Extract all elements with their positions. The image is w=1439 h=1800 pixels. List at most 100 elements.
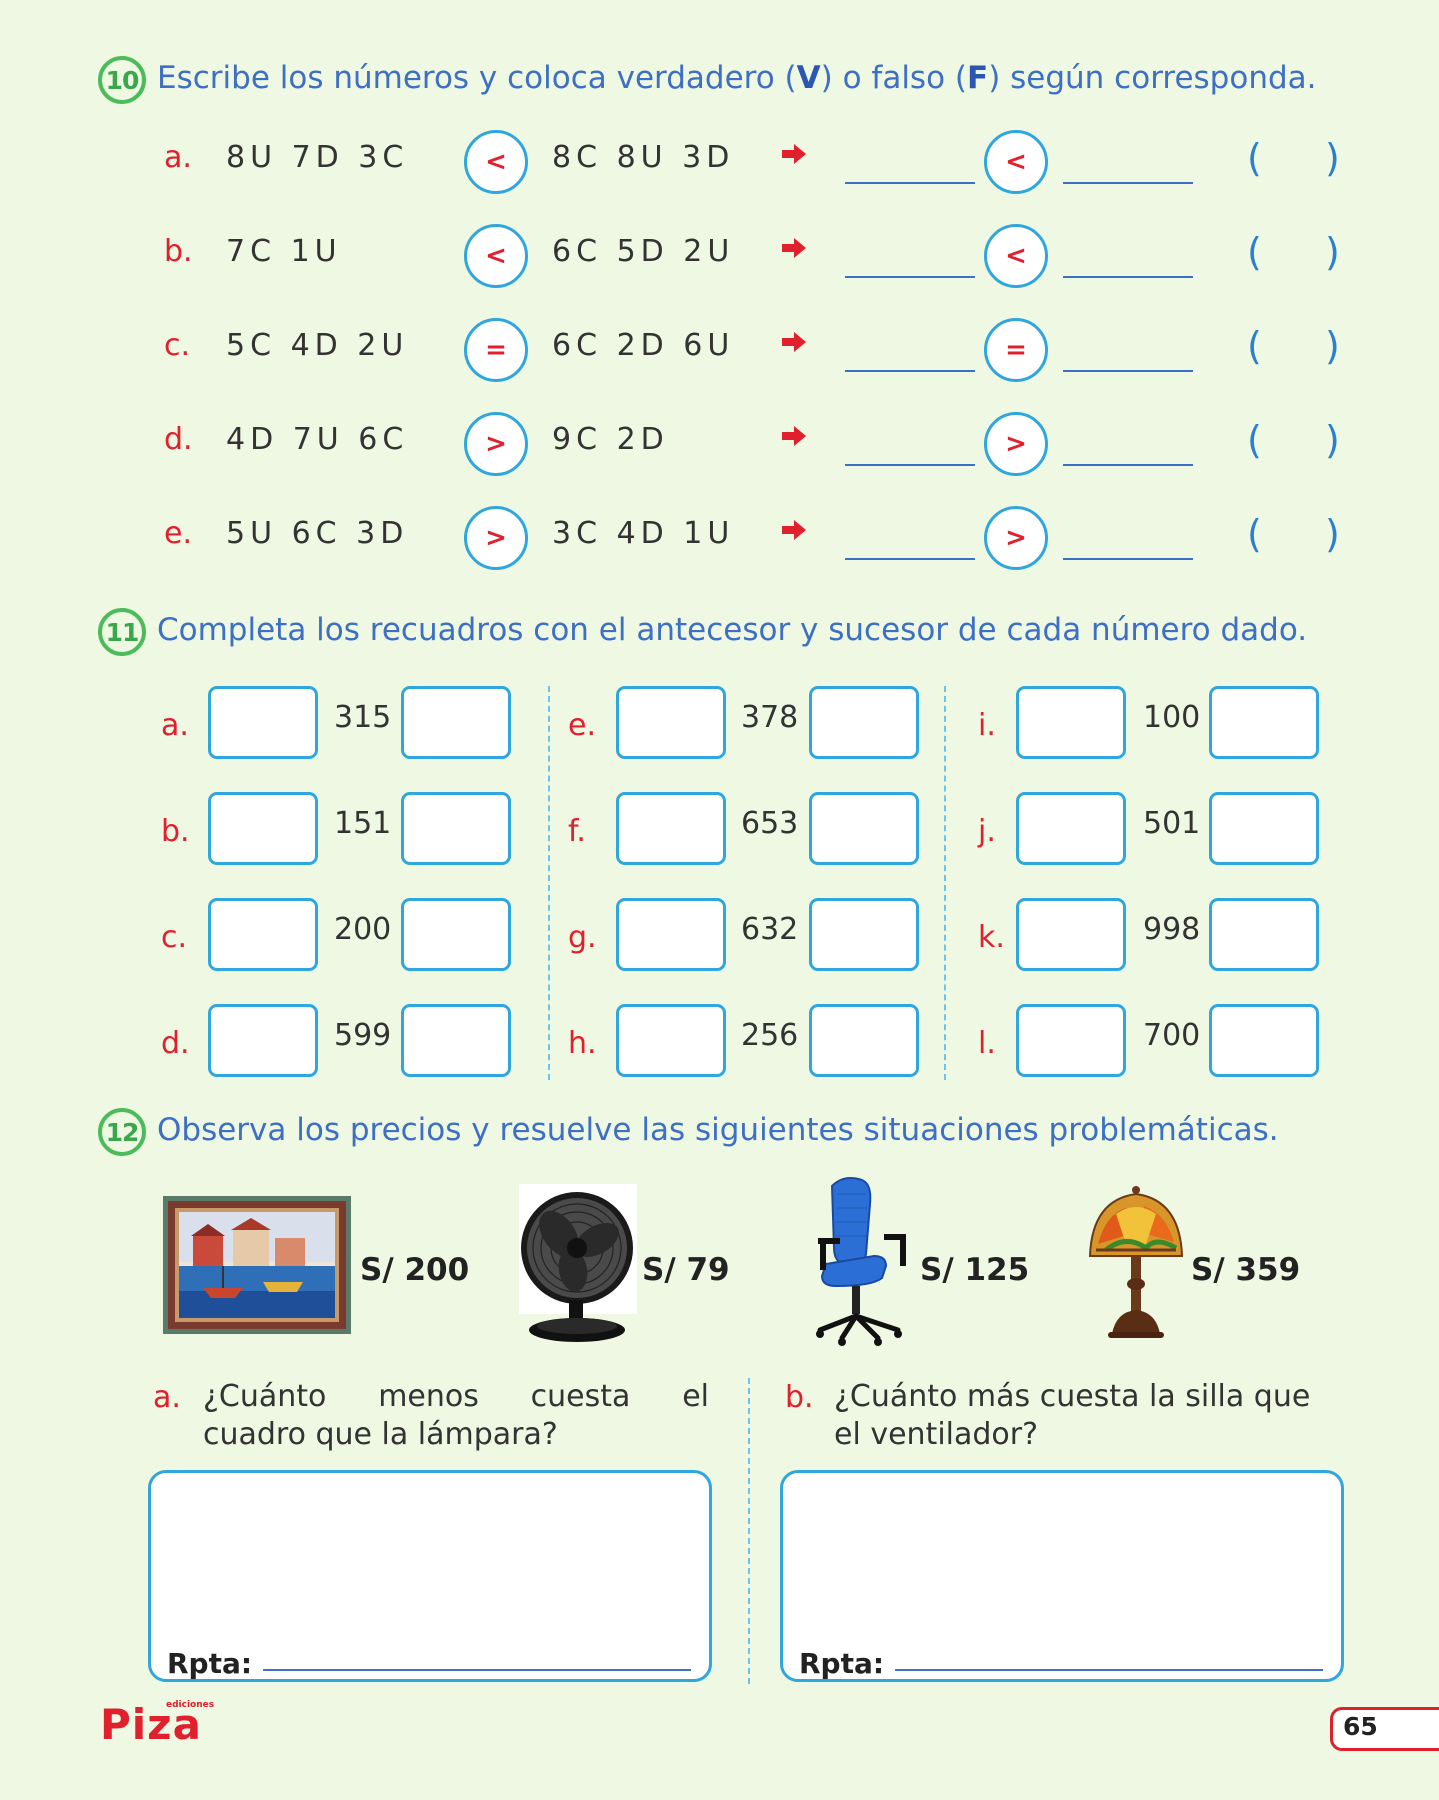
given-number: 100 bbox=[1143, 700, 1201, 735]
comparison-row: e. 5U 6C 3D >3C 4D 1U > () bbox=[0, 506, 1439, 576]
painting-image bbox=[163, 1196, 351, 1334]
item-letter: c. bbox=[161, 920, 188, 955]
word: el bbox=[682, 1379, 709, 1414]
given-number: 378 bbox=[741, 700, 799, 735]
answer-blank-left[interactable] bbox=[845, 558, 975, 560]
left-expression: 8U 7D 3C bbox=[226, 140, 409, 175]
comparison-row: a. 8U 7D 3C <8C 8U 3D < () bbox=[0, 130, 1439, 200]
rpta-label: Rpta: bbox=[799, 1647, 885, 1680]
question-b-line1: ¿Cuánto más cuesta la silla que bbox=[834, 1379, 1311, 1414]
predecessor-box[interactable] bbox=[1016, 792, 1126, 865]
paren-close: ) bbox=[1325, 324, 1340, 368]
comparison-sign-answer: > bbox=[984, 412, 1048, 476]
paren-open: ( bbox=[1247, 136, 1262, 180]
answer-blank-right[interactable] bbox=[1063, 276, 1193, 278]
item-letter: e. bbox=[568, 708, 596, 743]
given-number: 200 bbox=[334, 912, 392, 947]
comparison-row: d. 4D 7U 6C >9C 2D > () bbox=[0, 412, 1439, 482]
given-number: 632 bbox=[741, 912, 799, 947]
paren-open: ( bbox=[1247, 230, 1262, 274]
row-letter: c. bbox=[164, 328, 191, 363]
fan-image bbox=[519, 1184, 637, 1342]
section-10-title: Escribe los números y coloca verdadero (… bbox=[157, 60, 1317, 96]
right-expression: 8C 8U 3D bbox=[552, 140, 735, 175]
arrow-right-icon bbox=[782, 426, 806, 446]
predecessor-box[interactable] bbox=[616, 686, 726, 759]
answer-blank-left[interactable] bbox=[845, 370, 975, 372]
answer-blank-right[interactable] bbox=[1063, 464, 1193, 466]
title-f: F bbox=[967, 60, 989, 96]
column-divider bbox=[944, 686, 946, 1080]
successor-box[interactable] bbox=[1209, 792, 1319, 865]
paren-close: ) bbox=[1325, 418, 1340, 462]
section-10-number: 10 bbox=[98, 56, 146, 104]
predecessor-box[interactable] bbox=[1016, 1004, 1126, 1077]
predecessor-box[interactable] bbox=[208, 792, 318, 865]
comparison-sign-answer: < bbox=[984, 224, 1048, 288]
word: ¿Cuánto bbox=[203, 1379, 327, 1414]
title-v: V bbox=[796, 60, 821, 96]
successor-box[interactable] bbox=[1209, 1004, 1319, 1077]
chair-image bbox=[816, 1177, 906, 1346]
successor-box[interactable] bbox=[401, 792, 511, 865]
answer-blank-right[interactable] bbox=[1063, 558, 1193, 560]
answer-blank-right[interactable] bbox=[1063, 370, 1193, 372]
successor-box[interactable] bbox=[809, 686, 919, 759]
paren-close: ) bbox=[1325, 230, 1340, 274]
publisher-logo-small: ediciones bbox=[166, 1700, 215, 1710]
question-divider bbox=[748, 1378, 750, 1684]
paren-close: ) bbox=[1325, 136, 1340, 180]
answer-box-a[interactable]: Rpta: bbox=[148, 1470, 712, 1682]
paren-close: ) bbox=[1325, 512, 1340, 556]
arrow-right-icon bbox=[782, 332, 806, 352]
successor-box[interactable] bbox=[809, 898, 919, 971]
answer-line-b[interactable] bbox=[895, 1669, 1323, 1671]
word: menos bbox=[378, 1379, 479, 1414]
row-letter: a. bbox=[164, 140, 192, 175]
predecessor-box[interactable] bbox=[616, 1004, 726, 1077]
price-painting: S/ 200 bbox=[360, 1252, 470, 1288]
item-letter: h. bbox=[568, 1026, 597, 1061]
successor-box[interactable] bbox=[809, 792, 919, 865]
answer-box-b[interactable]: Rpta: bbox=[780, 1470, 1344, 1682]
successor-box[interactable] bbox=[401, 898, 511, 971]
item-letter: k. bbox=[978, 920, 1005, 955]
item-letter: d. bbox=[161, 1026, 190, 1061]
given-number: 700 bbox=[1143, 1018, 1201, 1053]
given-number: 256 bbox=[741, 1018, 799, 1053]
column-divider bbox=[548, 686, 550, 1080]
answer-blank-left[interactable] bbox=[845, 182, 975, 184]
item-letter: f. bbox=[568, 814, 586, 849]
successor-box[interactable] bbox=[401, 686, 511, 759]
comparison-sign-answer: = bbox=[984, 318, 1048, 382]
section-11-title: Completa los recuadros con el antecesor … bbox=[157, 612, 1308, 648]
comparison-sign: > bbox=[464, 412, 528, 476]
item-letter: i. bbox=[978, 708, 996, 743]
section-11-number: 11 bbox=[98, 608, 146, 656]
word: cuesta bbox=[530, 1379, 631, 1414]
predecessor-box[interactable] bbox=[208, 1004, 318, 1077]
successor-box[interactable] bbox=[809, 1004, 919, 1077]
item-letter: a. bbox=[161, 708, 189, 743]
successor-box[interactable] bbox=[401, 1004, 511, 1077]
answer-blank-left[interactable] bbox=[845, 464, 975, 466]
successor-box[interactable] bbox=[1209, 686, 1319, 759]
question-a-letter: a. bbox=[153, 1380, 181, 1415]
answer-line-a[interactable] bbox=[263, 1669, 691, 1671]
given-number: 501 bbox=[1143, 806, 1201, 841]
price-chair: S/ 125 bbox=[920, 1252, 1030, 1288]
predecessor-box[interactable] bbox=[616, 792, 726, 865]
given-number: 998 bbox=[1143, 912, 1201, 947]
predecessor-box[interactable] bbox=[616, 898, 726, 971]
arrow-right-icon bbox=[782, 238, 806, 258]
predecessor-box[interactable] bbox=[208, 686, 318, 759]
section-12-title: Observa los precios y resuelve las sigui… bbox=[157, 1112, 1279, 1148]
answer-blank-right[interactable] bbox=[1063, 182, 1193, 184]
paren-open: ( bbox=[1247, 512, 1262, 556]
predecessor-box[interactable] bbox=[1016, 898, 1126, 971]
predecessor-box[interactable] bbox=[1016, 686, 1126, 759]
answer-blank-left[interactable] bbox=[845, 276, 975, 278]
successor-box[interactable] bbox=[1209, 898, 1319, 971]
predecessor-box[interactable] bbox=[208, 898, 318, 971]
comparison-sign-answer: < bbox=[984, 130, 1048, 194]
